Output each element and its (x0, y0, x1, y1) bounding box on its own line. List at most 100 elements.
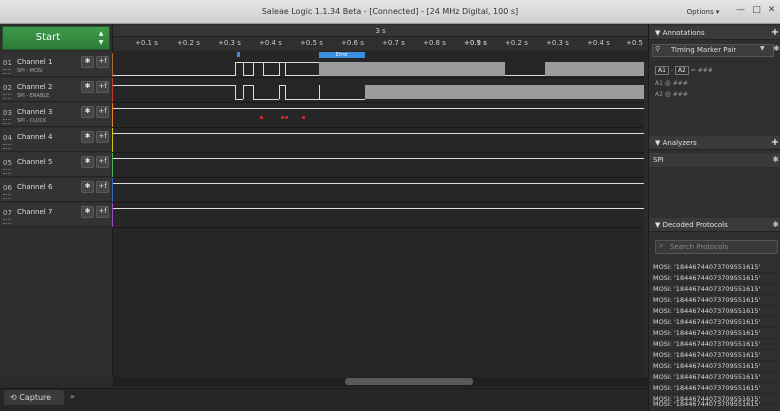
drag-handle[interactable] (3, 94, 11, 99)
channel-name[interactable]: Channel 7 (17, 208, 52, 216)
gear-icon[interactable]: ✱ (772, 218, 779, 232)
decoded-title: Decoded Protocols (662, 221, 728, 229)
signal-edge (235, 85, 236, 99)
annotations-header[interactable]: ▼ Annotations + (649, 26, 780, 40)
gear-icon[interactable]: ✱ (81, 206, 94, 218)
gear-icon[interactable]: ✱ (81, 56, 94, 68)
signal-edge (243, 62, 244, 76)
signal-low (263, 75, 279, 76)
decoded-protocols-header[interactable]: ▼ Decoded Protocols ✱ (649, 218, 780, 232)
add-analyzer-icon[interactable]: +f (96, 106, 109, 118)
expand-icon[interactable]: » (70, 392, 75, 401)
drag-handle[interactable] (3, 169, 11, 174)
add-analyzer-icon[interactable]: + (770, 136, 780, 150)
collapse-icon[interactable]: ▼ (655, 29, 663, 37)
list-item[interactable]: MOSI: '18446744073709551615' (649, 295, 780, 306)
search-protocols-input[interactable]: Search Protocols (655, 240, 778, 254)
analyzers-title: Analyzers (662, 139, 697, 147)
error-marker[interactable]: Error (319, 52, 365, 58)
close-button[interactable]: ✕ (763, 3, 780, 19)
chevron-down-icon[interactable]: ▼ (760, 45, 765, 52)
channel-number: 02 (3, 84, 12, 92)
start-label: Start (35, 32, 61, 43)
list-item[interactable]: MOSI: '18446744073709551615' (649, 273, 780, 284)
signal-edge (279, 85, 280, 99)
clock-marker (260, 116, 263, 119)
list-item[interactable]: MOSI: '18446744073709551615' (649, 317, 780, 328)
list-item[interactable]: MOSI: '18446744073709551615' (649, 306, 780, 317)
timing-marker-pair-select[interactable]: Timing Marker Pair (652, 44, 774, 57)
signal-edge (285, 85, 286, 99)
signal-line (113, 158, 644, 159)
channel-row[interactable]: 05 Channel 5 ✱ +f (1, 153, 115, 177)
channel-name[interactable]: Channel 4 (17, 133, 52, 141)
minimize-button[interactable]: — (732, 3, 749, 19)
list-item[interactable]: MOSI: '18446744073709551615' (649, 284, 780, 295)
timeline-top-scale[interactable]: 3 s (113, 25, 648, 37)
signal-low (253, 99, 279, 100)
gear-icon[interactable]: ✱ (81, 131, 94, 143)
list-item[interactable]: MOSI: '18446744073709551615' (649, 339, 780, 350)
add-analyzer-icon[interactable]: +f (96, 181, 109, 193)
channel-name[interactable]: Channel 1 (17, 58, 52, 66)
channel-row[interactable]: 02 Channel 2 SPI - ENABLE ✱ +f (1, 78, 115, 102)
add-analyzer-icon[interactable]: +f (96, 81, 109, 93)
signal-low (285, 99, 319, 100)
gear-icon[interactable]: ✱ (81, 181, 94, 193)
waveform-area[interactable] (113, 59, 644, 377)
start-options-arrows[interactable]: ▲ ▼ (96, 27, 106, 47)
timeline-top-label: 3 s (375, 27, 386, 35)
add-analyzer-icon[interactable]: +f (96, 156, 109, 168)
bottom-bar (0, 388, 648, 411)
add-analyzer-icon[interactable]: +f (96, 131, 109, 143)
a1-button[interactable]: A1 (655, 66, 669, 75)
gear-icon[interactable]: ✱ (773, 44, 780, 53)
drag-handle[interactable] (3, 69, 11, 74)
gear-icon[interactable]: ✱ (772, 153, 779, 167)
list-item[interactable]: MOSI: '18446744073709551615' (649, 372, 780, 383)
options-menu[interactable]: Options ▾ (678, 6, 728, 19)
channel-row[interactable]: 06 Channel 6 ✱ +f (1, 178, 115, 202)
gear-icon[interactable]: ✱ (81, 106, 94, 118)
delta-value: = ### (690, 67, 713, 74)
list-item[interactable]: MOSI: '18446744073709551615' (649, 399, 780, 411)
a2-label: A2 (655, 91, 663, 98)
drag-handle[interactable] (3, 194, 11, 199)
channel-name[interactable]: Channel 3 (17, 108, 52, 116)
channel-row[interactable]: 03 Channel 3 SPI - CLOCK ✱ +f (1, 103, 115, 127)
scrollbar-thumb[interactable] (345, 378, 473, 385)
analyzer-item-spi[interactable]: SPI ✱ (649, 153, 780, 167)
list-item[interactable]: MOSI: '18446744073709551615' (649, 361, 780, 372)
drag-handle[interactable] (3, 144, 11, 149)
start-button[interactable]: Start ▲ ▼ (2, 26, 110, 50)
signal-low (113, 75, 235, 76)
capture-tab[interactable]: ⟲ Capture (4, 390, 64, 405)
collapse-icon[interactable]: ▼ (655, 139, 663, 147)
channel-row[interactable]: 01 Channel 1 SPI - MOSI ✱ +f (1, 53, 115, 77)
signal-high (243, 85, 253, 86)
channel-number: 07 (3, 209, 12, 217)
gear-icon[interactable]: ✱ (81, 81, 94, 93)
collapse-icon[interactable]: ▼ (655, 221, 663, 229)
channel-name[interactable]: Channel 2 (17, 83, 52, 91)
channel-row[interactable]: 04 Channel 4 ✱ +f (1, 128, 115, 152)
channel-name[interactable]: Channel 5 (17, 158, 52, 166)
signal-high (113, 85, 235, 86)
a2-button[interactable]: A2 (674, 66, 689, 75)
drag-handle[interactable] (3, 119, 11, 124)
channel-row[interactable]: 07 Channel 7 ✱ +f (1, 203, 115, 227)
arrow-down-icon[interactable]: ▼ (99, 39, 104, 46)
channel-name[interactable]: Channel 6 (17, 183, 52, 191)
drag-handle[interactable] (3, 219, 11, 224)
marker (237, 52, 240, 57)
gear-icon[interactable]: ✱ (81, 156, 94, 168)
add-analyzer-icon[interactable]: +f (96, 206, 109, 218)
list-item[interactable]: MOSI: '18446744073709551615' (649, 350, 780, 361)
list-item[interactable]: MOSI: '18446744073709551615' (649, 383, 780, 394)
analyzers-header[interactable]: ▼ Analyzers + (649, 136, 780, 150)
list-item[interactable]: MOSI: '18446744073709551615' (649, 328, 780, 339)
list-item[interactable]: MOSI: '18446744073709551615' (649, 262, 780, 273)
add-analyzer-icon[interactable]: +f (96, 56, 109, 68)
add-annotation-icon[interactable]: + (770, 26, 780, 40)
arrow-up-icon[interactable]: ▲ (99, 30, 104, 37)
